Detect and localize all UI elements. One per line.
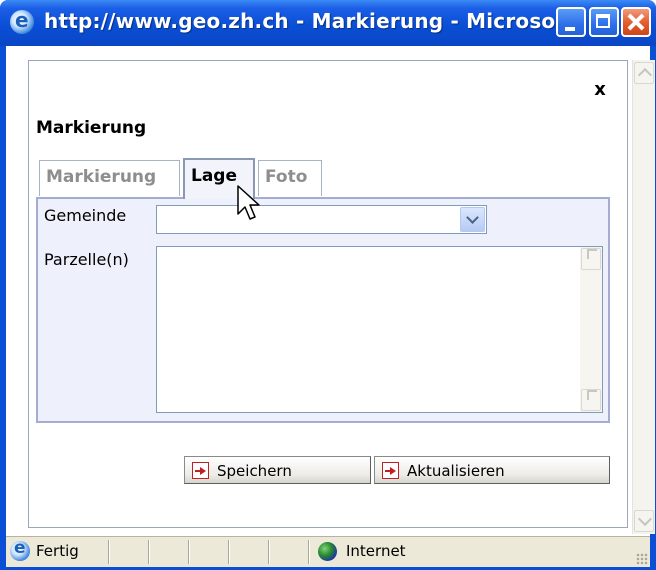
textarea-scrollbar[interactable] [580, 247, 602, 412]
status-divider [148, 540, 150, 564]
textarea-scroll-down-button[interactable] [581, 389, 601, 411]
parzellen-textarea[interactable] [156, 246, 603, 413]
update-button-label: Aktualisieren [407, 462, 505, 480]
parzellen-label: Parzelle(n) [44, 250, 129, 269]
chevron-up-icon [587, 249, 597, 259]
save-button[interactable]: Speichern [184, 456, 371, 484]
page-scrollbar[interactable] [632, 60, 655, 534]
mouse-cursor-icon [237, 185, 260, 220]
chevron-down-icon [587, 390, 597, 400]
zone-text: Internet [346, 542, 406, 560]
scroll-up-button[interactable] [634, 62, 654, 84]
arrow-right-icon [382, 462, 399, 479]
update-button[interactable]: Aktualisieren [374, 456, 610, 484]
status-divider [228, 540, 230, 564]
gemeinde-select[interactable] [156, 205, 487, 234]
arrow-right-icon [192, 462, 209, 479]
tab-markierung[interactable]: Markierung [39, 160, 180, 196]
minimize-button[interactable] [556, 7, 586, 37]
status-divider [268, 540, 270, 564]
textarea-scroll-up-button[interactable] [581, 248, 601, 270]
globe-icon [318, 542, 337, 561]
maximize-button[interactable] [589, 7, 619, 37]
dialog-title: Markierung [36, 118, 147, 138]
status-bar: Fertig Internet [6, 536, 650, 567]
chevron-down-icon[interactable] [460, 207, 485, 232]
ie-icon [10, 538, 30, 561]
status-divider [108, 540, 110, 564]
title-bar[interactable]: http://www.geo.zh.ch - Markierung - Micr… [0, 0, 656, 46]
close-window-button[interactable] [621, 7, 651, 37]
window-title: http://www.geo.zh.ch - Markierung - Micr… [44, 9, 579, 33]
status-divider [188, 540, 190, 564]
resize-grip[interactable] [636, 553, 648, 565]
scroll-down-button[interactable] [634, 510, 654, 532]
browser-window: http://www.geo.zh.ch - Markierung - Micr… [0, 0, 656, 570]
gemeinde-label: Gemeinde [44, 206, 127, 225]
status-divider [308, 540, 310, 564]
tab-foto[interactable]: Foto [258, 160, 322, 196]
dialog-close-button[interactable]: x [590, 80, 610, 100]
chevron-down-icon [637, 511, 653, 527]
chevron-up-icon [637, 67, 653, 83]
save-button-label: Speichern [217, 462, 292, 480]
status-text: Fertig [36, 542, 79, 560]
ie-icon [10, 8, 34, 34]
